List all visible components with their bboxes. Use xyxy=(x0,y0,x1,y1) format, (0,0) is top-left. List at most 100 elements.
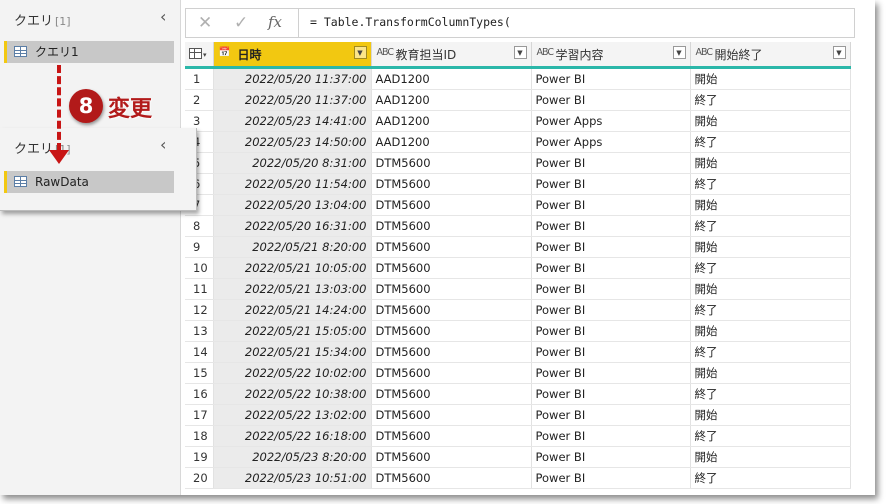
table-row[interactable]: 14 2022/05/21 15:34:00 DTM5600 Power BI 終了 xyxy=(185,341,851,363)
course-cell[interactable]: Power BI xyxy=(531,446,691,468)
instructor-id-cell[interactable]: DTM5600 xyxy=(371,404,532,426)
instructor-id-cell[interactable]: AAD1200 xyxy=(371,67,532,90)
filter-dropdown-icon[interactable]: ▼ xyxy=(672,46,686,59)
instructor-id-cell[interactable]: DTM5600 xyxy=(371,236,532,258)
status-cell[interactable]: 開始 xyxy=(690,278,851,300)
datetime-cell[interactable]: 2022/05/22 13:02:00 xyxy=(213,404,372,426)
cancel-icon[interactable]: ✕ xyxy=(198,13,212,33)
datetime-cell[interactable]: 2022/05/22 10:02:00 xyxy=(213,362,372,384)
course-cell[interactable]: Power BI xyxy=(531,194,691,216)
datetime-cell[interactable]: 2022/05/21 10:05:00 xyxy=(213,257,372,279)
course-cell[interactable]: Power BI xyxy=(531,362,691,384)
column-header-instructor-id[interactable]: ABC 教育担当ID ▼ xyxy=(371,42,532,69)
table-row[interactable]: 17 2022/05/22 13:02:00 DTM5600 Power BI 開始 xyxy=(185,404,851,426)
table-row[interactable]: 62022/05/20 11:54:00DTM5600Power BI終了 xyxy=(185,173,851,195)
instructor-id-cell[interactable]: DTM5600 xyxy=(371,362,532,384)
filter-dropdown-icon[interactable]: ▼ xyxy=(353,46,367,59)
course-cell[interactable]: Power Apps xyxy=(531,131,691,153)
table-row[interactable]: 1 2022/05/20 11:37:00 AAD1200 Power BI 開始 xyxy=(185,67,851,90)
row-number[interactable]: 11 xyxy=(185,278,214,300)
text-type-icon[interactable]: ABC xyxy=(537,47,555,58)
table-row[interactable]: 19 2022/05/23 8:20:00 DTM5600 Power BI 開始 xyxy=(185,446,851,468)
table-row[interactable]: 8 2022/05/20 16:31:00 DTM5600 Power BI 終了 xyxy=(185,215,851,237)
status-cell[interactable]: 開始 xyxy=(690,320,851,342)
status-cell[interactable]: 開始 xyxy=(690,152,851,174)
row-number[interactable]: 2 xyxy=(185,89,214,111)
instructor-id-cell[interactable]: DTM5600 xyxy=(371,341,532,363)
course-cell[interactable]: Power BI xyxy=(531,257,691,279)
table-row[interactable]: 20 2022/05/23 10:51:00 DTM5600 Power BI 終了 xyxy=(185,467,851,489)
table-row[interactable]: 2 2022/05/20 11:37:00 AAD1200 Power BI 終了 xyxy=(185,89,851,111)
datetime-cell[interactable]: 2022/05/20 11:37:00 xyxy=(213,89,372,111)
row-number[interactable]: 18 xyxy=(185,425,214,447)
instructor-id-cell[interactable]: AAD1200 xyxy=(371,110,532,132)
row-number[interactable]: 17 xyxy=(185,404,214,426)
row-number[interactable]: 9 xyxy=(185,236,214,258)
row-number[interactable]: 19 xyxy=(185,446,214,468)
status-cell[interactable]: 終了 xyxy=(690,89,851,111)
formula-input[interactable]: = Table.TransformColumnTypes( xyxy=(310,15,511,29)
row-number[interactable]: 20 xyxy=(185,467,214,489)
row-number[interactable]: 14 xyxy=(185,341,214,363)
datetime-cell[interactable]: 2022/05/21 15:05:00 xyxy=(213,320,372,342)
status-cell[interactable]: 終了 xyxy=(690,215,851,237)
instructor-id-cell[interactable]: DTM5600 xyxy=(371,278,532,300)
instructor-id-cell[interactable]: DTM5600 xyxy=(371,215,532,237)
status-cell[interactable]: 開始 xyxy=(690,404,851,426)
status-cell[interactable]: 開始 xyxy=(690,110,851,132)
row-number[interactable]: 13 xyxy=(185,320,214,342)
status-cell[interactable]: 終了 xyxy=(690,131,851,153)
column-header-datetime[interactable]: 📅 日時 ▼ xyxy=(213,42,372,69)
datetime-cell[interactable]: 2022/05/23 14:41:00 xyxy=(213,110,372,132)
datetime-cell[interactable]: 2022/05/21 8:20:00 xyxy=(213,236,372,258)
course-cell[interactable]: Power BI xyxy=(531,215,691,237)
datetime-cell[interactable]: 2022/05/20 8:31:00 xyxy=(213,152,372,174)
course-cell[interactable]: Power BI xyxy=(531,173,691,195)
table-row[interactable]: 52022/05/20 8:31:00DTM5600Power BI開始 xyxy=(185,152,851,174)
status-cell[interactable]: 開始 xyxy=(690,67,851,90)
status-cell[interactable]: 開始 xyxy=(690,362,851,384)
datetime-cell[interactable]: 2022/05/21 13:03:00 xyxy=(213,278,372,300)
column-header-start-end[interactable]: ABC 開始終了 ▼ xyxy=(690,42,851,69)
course-cell[interactable]: Power BI xyxy=(531,320,691,342)
instructor-id-cell[interactable]: DTM5600 xyxy=(371,320,532,342)
text-type-icon[interactable]: ABC xyxy=(377,47,395,58)
course-cell[interactable]: Power BI xyxy=(531,425,691,447)
datetime-cell[interactable]: 2022/05/23 8:20:00 xyxy=(213,446,372,468)
instructor-id-cell[interactable]: AAD1200 xyxy=(371,131,532,153)
table-row[interactable]: 12 2022/05/21 14:24:00 DTM5600 Power BI 終了 xyxy=(185,299,851,321)
status-cell[interactable]: 終了 xyxy=(690,383,851,405)
status-cell[interactable]: 終了 xyxy=(690,257,851,279)
table-menu-button[interactable]: ▾ xyxy=(185,42,214,69)
course-cell[interactable]: Power Apps xyxy=(531,110,691,132)
datetime-cell[interactable]: 2022/05/21 15:34:00 xyxy=(213,341,372,363)
datetime-cell[interactable]: 2022/05/23 10:51:00 xyxy=(213,467,372,489)
instructor-id-cell[interactable]: DTM5600 xyxy=(371,152,532,174)
instructor-id-cell[interactable]: DTM5600 xyxy=(371,446,532,468)
status-cell[interactable]: 開始 xyxy=(690,446,851,468)
status-cell[interactable]: 開始 xyxy=(690,194,851,216)
fx-icon[interactable]: fx xyxy=(268,13,282,31)
course-cell[interactable]: Power BI xyxy=(531,152,691,174)
datetime-cell[interactable]: 2022/05/20 13:04:00 xyxy=(213,194,372,216)
row-number[interactable]: 16 xyxy=(185,383,214,405)
collapse-pane-icon[interactable]: ‹ xyxy=(160,135,166,154)
row-number[interactable]: 1 xyxy=(185,67,214,90)
datetime-cell[interactable]: 2022/05/20 11:37:00 xyxy=(213,67,372,90)
table-row[interactable]: 42022/05/23 14:50:00AAD1200Power Apps終了 xyxy=(185,131,851,153)
table-row[interactable]: 18 2022/05/22 16:18:00 DTM5600 Power BI 終了 xyxy=(185,425,851,447)
table-row[interactable]: 16 2022/05/22 10:38:00 DTM5600 Power BI 終了 xyxy=(185,383,851,405)
text-type-icon[interactable]: ABC xyxy=(696,47,714,58)
row-number[interactable]: 15 xyxy=(185,362,214,384)
table-row[interactable]: 3 2022/05/23 14:41:00 AAD1200 Power Apps 開始 xyxy=(185,110,851,132)
datetime-cell[interactable]: 2022/05/20 11:54:00 xyxy=(213,173,372,195)
status-cell[interactable]: 終了 xyxy=(690,299,851,321)
status-cell[interactable]: 終了 xyxy=(690,173,851,195)
datetime-cell[interactable]: 2022/05/21 14:24:00 xyxy=(213,299,372,321)
table-row[interactable]: 11 2022/05/21 13:03:00 DTM5600 Power BI 開始 xyxy=(185,278,851,300)
course-cell[interactable]: Power BI xyxy=(531,467,691,489)
course-cell[interactable]: Power BI xyxy=(531,278,691,300)
instructor-id-cell[interactable]: DTM5600 xyxy=(371,257,532,279)
datetime-cell[interactable]: 2022/05/22 16:18:00 xyxy=(213,425,372,447)
table-row[interactable]: 13 2022/05/21 15:05:00 DTM5600 Power BI 開始 xyxy=(185,320,851,342)
